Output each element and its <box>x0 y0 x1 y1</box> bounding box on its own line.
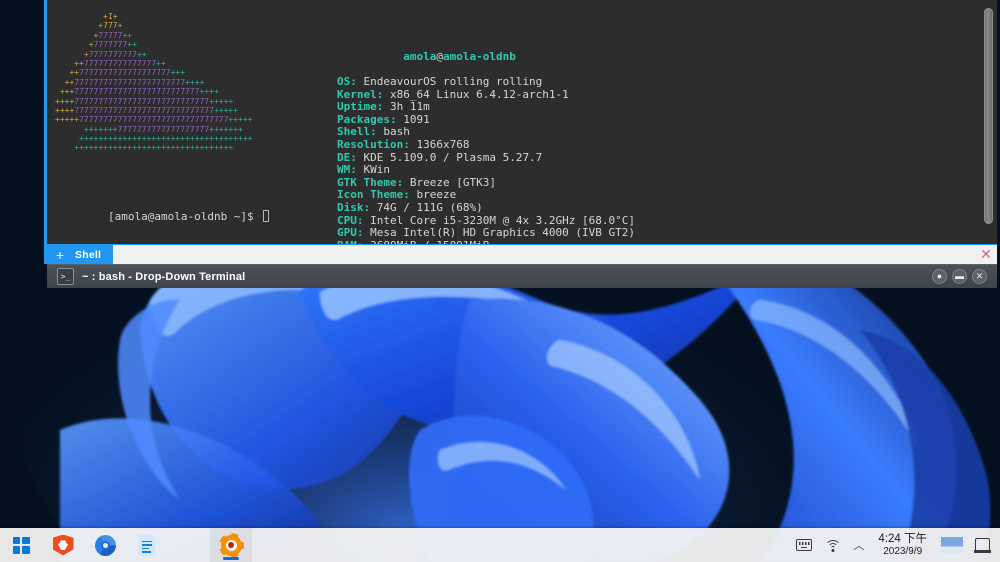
taskbar[interactable]: ︿ 4:24 下午 2023/9/9 <box>0 528 1000 562</box>
drop-down-terminal-window[interactable]: +I+ +777+ +77777++ +7777777++ +777777777… <box>44 0 1000 288</box>
neofetch-key: Kernel: <box>337 88 383 101</box>
ascii-art-row: ++++77777777777777777777777777777+++++ <box>55 106 305 115</box>
neofetch-value: KDE 5.109.0 / Plasma 5.27.7 <box>357 151 542 164</box>
ime-indicator <box>941 537 963 554</box>
notification-icon <box>975 538 990 552</box>
ascii-art-row: +++++++++++++++++++++++++++++++++ <box>55 143 305 152</box>
neofetch-value: EndeavourOS rolling rolling <box>357 75 542 88</box>
ascii-art-row: +I+ <box>55 12 305 21</box>
terminal-scrollbar[interactable] <box>984 8 993 232</box>
taskbar-eye-app[interactable] <box>210 528 252 562</box>
start-button[interactable] <box>0 528 42 562</box>
chromium-icon <box>95 535 116 556</box>
neofetch-value: Mesa Intel(R) HD Graphics 4000 (IVB GT2) <box>364 226 636 239</box>
ascii-art-row: +7777777777++ <box>55 50 305 59</box>
brave-icon <box>53 535 74 556</box>
ascii-art-row: ++777777777777777++ <box>55 59 305 68</box>
neofetch-value: Intel Core i5-3230M @ 4x 3.2GHz [68.0°C] <box>364 214 636 227</box>
prompt-text: [amola@amola-oldnb ~]$ <box>108 210 260 223</box>
keyboard-icon <box>796 539 812 551</box>
taskbar-chromium[interactable] <box>84 528 126 562</box>
neofetch-key: OS: <box>337 75 357 88</box>
neofetch-value: breeze <box>410 188 456 201</box>
neofetch-value: bash <box>377 125 410 138</box>
system-tray: ︿ 4:24 下午 2023/9/9 <box>790 528 1000 562</box>
terminal-icon: >_ <box>57 268 74 285</box>
notification-center-button[interactable] <box>969 528 996 562</box>
taskbar-app-group <box>0 528 252 562</box>
keyboard-layout-button[interactable] <box>790 528 818 562</box>
neofetch-key: Packages: <box>337 113 397 126</box>
neofetch-key: WM: <box>337 163 357 176</box>
ascii-art-row: +++77777777777777777777777777++++ <box>55 87 305 96</box>
ascii-art-row: +7777777++ <box>55 40 305 49</box>
terminal-output-area[interactable]: +I+ +777+ +77777++ +7777777++ +777777777… <box>47 0 997 244</box>
neofetch-info-block: amola@amola-oldnb OS: EndeavourOS rollin… <box>337 13 635 244</box>
ime-indicator-button[interactable] <box>935 528 969 562</box>
neofetch-value: Breeze [GTK3] <box>403 176 496 189</box>
neofetch-key: Shell: <box>337 125 377 138</box>
neofetch-key: Disk: <box>337 201 370 214</box>
cursor-block <box>263 210 269 222</box>
minimize-button[interactable]: ▬ <box>952 269 967 284</box>
scrollbar-thumb[interactable] <box>984 8 993 224</box>
terminal-title-bar[interactable]: >_ ~ : bash - Drop-Down Terminal ● ▬ ✕ <box>47 264 997 288</box>
tab-bar-empty-area[interactable] <box>113 245 975 264</box>
new-tab-button[interactable]: + <box>47 245 73 264</box>
taskbar-brave[interactable] <box>42 528 84 562</box>
ascii-art-row: ++7777777777777777777+++ <box>55 68 305 77</box>
window-title: ~ : bash - Drop-Down Terminal <box>82 271 245 283</box>
ascii-art-row: ++++++++++++++++++++++++++++++++++++ <box>55 134 305 143</box>
neofetch-value: KWin <box>357 163 390 176</box>
neofetch-value: 1366x768 <box>410 138 470 151</box>
endeavouros-ascii-logo: +I+ +777+ +77777++ +7777777++ +777777777… <box>55 12 305 153</box>
neofetch-key: GTK Theme: <box>337 176 403 189</box>
neofetch-user: amola <box>403 50 436 63</box>
ascii-art-row: ++++7777777777777777777777777777+++++ <box>55 97 305 106</box>
wifi-icon <box>824 539 841 552</box>
neofetch-key: GPU: <box>337 226 364 239</box>
neofetch-value: x86_64 Linux 6.4.12-arch1-1 <box>383 88 568 101</box>
taskbar-text-editor[interactable] <box>126 528 168 562</box>
terminal-tab-bar[interactable]: + Shell ✕ <box>47 244 997 264</box>
close-button[interactable]: ✕ <box>972 269 987 284</box>
eye-icon <box>221 535 242 556</box>
show-hidden-icons-button[interactable]: ︿ <box>847 528 870 562</box>
window-controls: ● ▬ ✕ <box>932 269 993 284</box>
ascii-art-row: ++77777777777777777777777++++ <box>55 78 305 87</box>
document-icon <box>139 535 156 556</box>
neofetch-value: 3h 11m <box>383 100 429 113</box>
ascii-art-row: +77777++ <box>55 31 305 40</box>
clock-time: 4:24 下午 <box>878 533 927 546</box>
neofetch-key: Icon Theme: <box>337 188 410 201</box>
neofetch-value: 74G / 111G (68%) <box>370 201 483 214</box>
close-tab-button[interactable]: ✕ <box>975 245 997 264</box>
shade-button[interactable]: ● <box>932 269 947 284</box>
neofetch-key: CPU: <box>337 214 364 227</box>
neofetch-userhost: amola@amola-oldnb <box>337 38 635 51</box>
neofetch-key: DE: <box>337 151 357 164</box>
tab-shell[interactable]: Shell <box>73 245 113 264</box>
neofetch-key: Resolution: <box>337 138 410 151</box>
ascii-art-row: +++++++7777777777777777777+++++++ <box>55 125 305 134</box>
chevron-up-icon: ︿ <box>853 537 864 553</box>
taskbar-spacer <box>168 528 210 562</box>
network-button[interactable] <box>818 528 847 562</box>
ascii-art-row: +777+ <box>55 21 305 30</box>
clock-button[interactable]: 4:24 下午 2023/9/9 <box>870 533 935 558</box>
clock-date: 2023/9/9 <box>878 546 927 558</box>
neofetch-key: Uptime: <box>337 100 383 113</box>
shell-prompt-line: [amola@amola-oldnb ~]$ <box>55 198 269 237</box>
ascii-art-row: +++++7777777777777777777777777777777++++… <box>55 115 305 124</box>
start-icon <box>13 537 30 554</box>
neofetch-host: amola-oldnb <box>443 50 516 63</box>
neofetch-value: 1091 <box>397 113 430 126</box>
neofetch-at: @ <box>436 50 443 63</box>
